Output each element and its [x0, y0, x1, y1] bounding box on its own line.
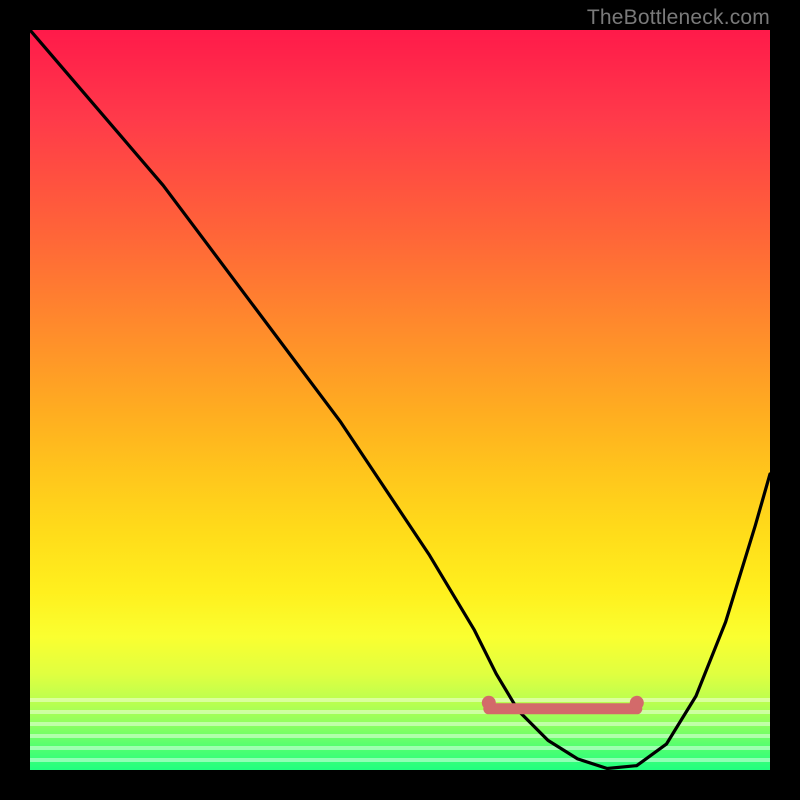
plot-area	[30, 30, 770, 770]
watermark-label: TheBottleneck.com	[587, 6, 770, 30]
flat-marker-dot	[482, 696, 496, 710]
flat-marker-dot	[630, 696, 644, 710]
chart-container: TheBottleneck.com	[0, 0, 800, 800]
curve-svg	[30, 30, 770, 770]
curve-line	[30, 30, 770, 769]
